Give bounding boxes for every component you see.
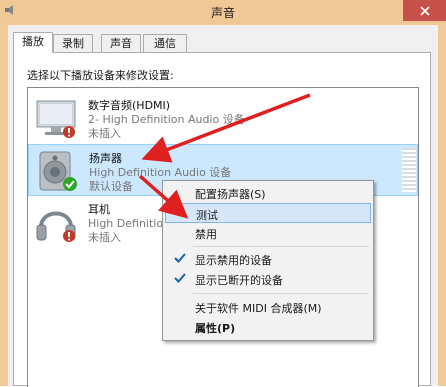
speaker-icon [34,148,80,194]
tab-communications[interactable]: 通信 [143,34,187,52]
menu-item-label: 显示已断开的设备 [195,274,283,287]
title-bar: 声音 [0,0,446,25]
window-title: 声音 [210,6,235,20]
device-status: 未插入 [88,127,121,140]
context-menu: 配置扬声器(S) 测试 禁用 显示禁用的设备 显示已断开的设备 关于软件 MID… [162,180,374,341]
menu-separator [193,293,369,294]
menu-item-label: 关于软件 MIDI 合成器(M) [195,302,322,315]
tab-recording[interactable]: 录制 [53,34,93,52]
checkmark-icon [171,249,189,267]
monitor-speaker-icon [33,95,79,141]
device-item-hdmi[interactable]: 数字音频(HDMI) 2- High Definition Audio 设备 未… [28,92,418,144]
menu-item-about-midi[interactable]: 关于软件 MIDI 合成器(M) [165,297,371,317]
menu-item-test[interactable]: 测试 [165,203,371,223]
close-button[interactable] [403,0,446,21]
instruction-text: 选择以下播放设备来修改设置: [27,69,174,82]
menu-item-label: 测试 [196,209,218,222]
menu-item-label: 禁用 [195,228,217,241]
menu-item-configure-speakers[interactable]: 配置扬声器(S) [165,183,371,203]
headphones-icon [33,199,79,245]
close-icon [419,5,430,16]
menu-item-disable[interactable]: 禁用 [165,223,371,243]
checkmark-icon [171,269,189,287]
device-status: 未插入 [88,231,121,244]
window-border-right [438,25,446,386]
menu-item-label: 配置扬声器(S) [195,188,266,201]
menu-separator [193,246,369,247]
volume-level-meter [402,148,416,192]
menu-item-show-disabled[interactable]: 显示禁用的设备 [165,249,371,269]
menu-item-label: 属性(P) [195,322,236,335]
window-border-left [0,25,8,386]
tab-playback[interactable]: 播放 [13,32,53,53]
menu-item-properties[interactable]: 属性(P) [165,317,371,337]
menu-item-show-disconnected[interactable]: 显示已断开的设备 [165,269,371,289]
menu-item-label: 显示禁用的设备 [195,254,272,267]
device-status: 默认设备 [89,180,133,193]
tab-sounds[interactable]: 声音 [101,34,141,52]
